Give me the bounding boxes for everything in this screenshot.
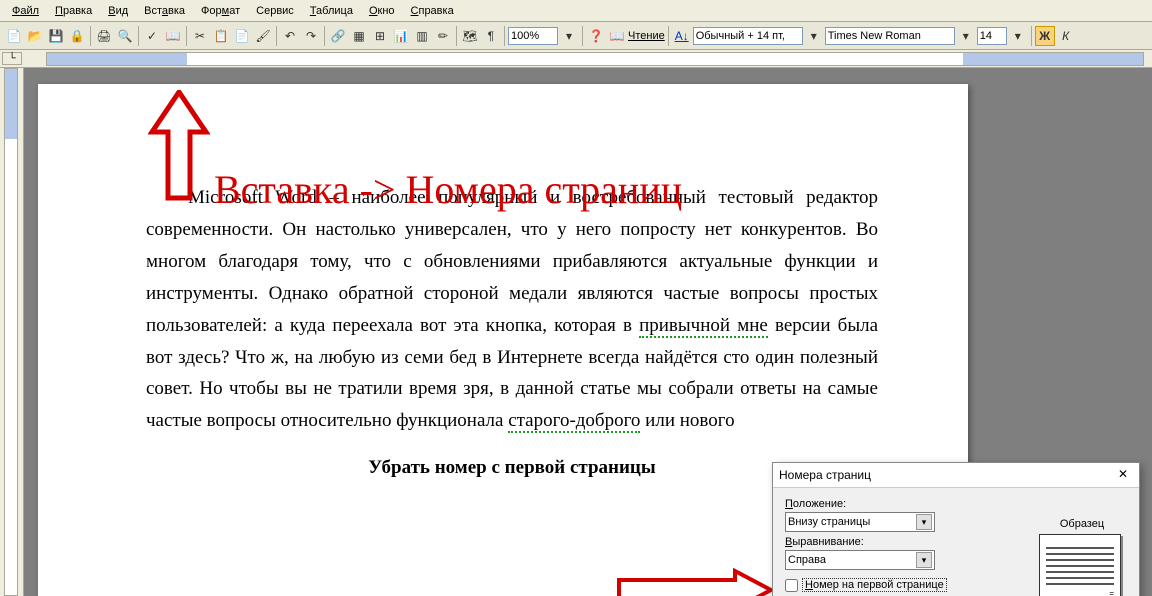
menu-window[interactable]: Окно — [361, 2, 403, 20]
standard-toolbar: 📄 📂 💾 🔒 🖨 🔍 ✓ 📖 ✂ 📋 📄 🖌 ↶ ↷ 🔗 ▦ ⊞ 📊 ▥ ✏ … — [0, 22, 1152, 50]
dropdown-arrow-icon: ▾ — [916, 552, 932, 568]
annotation-arrow-up-icon — [148, 90, 210, 220]
tables-borders-icon[interactable]: ▦ — [349, 26, 369, 46]
italic-button[interactable]: К — [1056, 26, 1076, 46]
hyperlink-icon[interactable]: 🔗 — [328, 26, 348, 46]
preview-box: = — [1039, 534, 1121, 596]
redo-icon[interactable]: ↷ — [301, 26, 321, 46]
spellcheck-icon[interactable]: ✓ — [142, 26, 162, 46]
menu-bar: Файл Правка Вид Вставка Формат Сервис Та… — [0, 0, 1152, 22]
reading-label[interactable]: Чтение — [628, 30, 665, 42]
paste-icon[interactable]: 📄 — [232, 26, 252, 46]
tab-align-icon[interactable]: └ — [2, 52, 22, 65]
annotation-arrow-right-icon — [615, 568, 775, 596]
copy-icon[interactable]: 📋 — [211, 26, 231, 46]
menu-insert[interactable]: Вставка — [136, 2, 193, 20]
zoom-dropdown-icon[interactable]: ▾ — [559, 26, 579, 46]
bold-button[interactable]: Ж — [1035, 26, 1055, 46]
menu-edit[interactable]: Правка — [47, 2, 100, 20]
first-page-label: Номер на первой странице — [802, 578, 947, 592]
reading-mode-icon[interactable]: 📖 — [607, 26, 627, 46]
help-icon[interactable]: ❓ — [586, 26, 606, 46]
insert-table-icon[interactable]: ⊞ — [370, 26, 390, 46]
styles-icon[interactable]: А↓ — [672, 26, 692, 46]
dialog-title-text: Номера страниц — [779, 468, 871, 482]
format-painter-icon[interactable]: 🖌 — [253, 26, 273, 46]
menu-tools[interactable]: Сервис — [248, 2, 302, 20]
position-label: Положение: — [785, 498, 1127, 510]
preview-label: Образец — [1039, 518, 1125, 530]
font-size-input[interactable] — [977, 27, 1007, 45]
dialog-close-button[interactable]: ✕ — [1113, 467, 1133, 483]
workspace: Microsoft Word – наиболее популярный и в… — [0, 68, 1152, 596]
alignment-select[interactable]: Справа ▾ — [785, 550, 935, 570]
ruler-vertical — [0, 68, 24, 596]
menu-view[interactable]: Вид — [100, 2, 136, 20]
drawing-icon[interactable]: ✏ — [433, 26, 453, 46]
show-marks-icon[interactable]: ¶ — [481, 26, 501, 46]
menu-table[interactable]: Таблица — [302, 2, 361, 20]
zoom-input[interactable] — [508, 27, 558, 45]
ruler-marks — [47, 53, 1143, 65]
save-icon[interactable]: 💾 — [46, 26, 66, 46]
document-body-text: Microsoft Word – наиболее популярный и в… — [146, 182, 878, 437]
columns-icon[interactable]: ▥ — [412, 26, 432, 46]
preview-icon[interactable]: 🔍 — [115, 26, 135, 46]
menu-help[interactable]: Справка — [403, 2, 462, 20]
excel-icon[interactable]: 📊 — [391, 26, 411, 46]
style-dropdown-icon[interactable]: ▾ — [804, 26, 824, 46]
style-input[interactable] — [693, 27, 803, 45]
size-dropdown-icon[interactable]: ▾ — [1008, 26, 1028, 46]
undo-icon[interactable]: ↶ — [280, 26, 300, 46]
font-input[interactable] — [825, 27, 955, 45]
research-icon[interactable]: 📖 — [163, 26, 183, 46]
print-icon[interactable]: 🖨 — [94, 26, 114, 46]
ruler-horizontal: └ — [0, 50, 1152, 68]
cut-icon[interactable]: ✂ — [190, 26, 210, 46]
doc-map-icon[interactable]: 🗺 — [460, 26, 480, 46]
menu-format[interactable]: Формат — [193, 2, 248, 20]
permission-icon[interactable]: 🔒 — [67, 26, 87, 46]
menu-file[interactable]: Файл — [4, 2, 47, 20]
first-page-checkbox[interactable] — [785, 579, 798, 592]
annotation-text: Вставка -> Номера страниц — [214, 166, 682, 213]
position-select[interactable]: Внизу страницы ▾ — [785, 512, 935, 532]
font-dropdown-icon[interactable]: ▾ — [956, 26, 976, 46]
document-heading: Убрать номер с первой страницы — [146, 457, 878, 479]
open-icon[interactable]: 📂 — [25, 26, 45, 46]
page-numbers-dialog: Номера страниц ✕ Положение: Внизу страни… — [772, 462, 1140, 596]
new-doc-icon[interactable]: 📄 — [4, 26, 24, 46]
dropdown-arrow-icon: ▾ — [916, 514, 932, 530]
